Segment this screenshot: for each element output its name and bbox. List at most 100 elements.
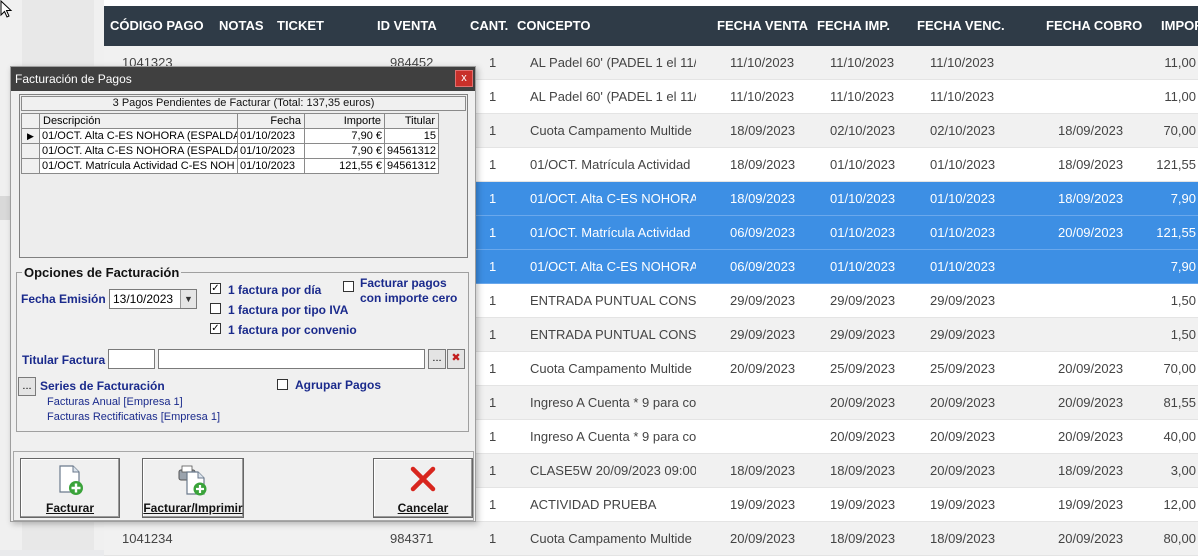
grid-row[interactable]: 1041234 984371 1 Cuota Campamento Multide 20… [104, 522, 1198, 556]
col-concepto[interactable]: CONCEPTO [517, 18, 590, 33]
importe-cero-checkbox[interactable] [343, 281, 354, 292]
cell-fecha-venc: 20/09/2023 [930, 429, 996, 444]
titular-name-input[interactable] [158, 349, 425, 369]
pending-fecha: 01/10/2023 [237, 128, 305, 144]
cell-fecha-cobro: 18/09/2023 [1058, 463, 1124, 478]
cancelar-label: Cancelar [397, 501, 449, 515]
col-fecha-cobro[interactable]: FECHA COBRO [1046, 18, 1142, 33]
cell-cant: 1 [489, 463, 497, 478]
cell-fecha-imp: 29/09/2023 [830, 293, 896, 308]
action-buttons-panel: Facturar Facturar/Imprimir Cancelar [13, 451, 474, 521]
cell-fecha-venc: 25/09/2023 [930, 361, 996, 376]
close-button[interactable]: x [455, 70, 473, 87]
fecha-emision-picker[interactable]: 13/10/2023 ▼ [109, 289, 197, 309]
agrupar-pagos-checkbox[interactable] [277, 379, 288, 390]
series-browse-button[interactable]: ... [18, 377, 36, 396]
pending-col-importe[interactable]: Importe [304, 113, 385, 129]
cell-importe: 81,55 [1163, 395, 1196, 410]
pending-row[interactable]: 01/OCT. Alta C-ES NOHORA (ESPALDA 01/10/… [21, 143, 439, 159]
print-document-icon [178, 465, 207, 496]
fecha-emision-value: 13/10/2023 [113, 292, 174, 306]
pending-col-descripcion[interactable]: Descripción [39, 113, 238, 129]
cell-fecha-cobro: 19/09/2023 [1058, 497, 1124, 512]
cell-fecha-venta: 18/09/2023 [730, 191, 796, 206]
pending-fecha: 01/10/2023 [237, 158, 305, 174]
cell-importe: 1,50 [1170, 327, 1196, 342]
col-codigo-pago[interactable]: CÓDIGO PAGO [110, 18, 204, 33]
cell-importe: 121,55 [1156, 225, 1196, 240]
cell-fecha-imp: 02/10/2023 [830, 123, 896, 138]
cell-fecha-venc: 01/10/2023 [930, 157, 996, 172]
cell-fecha-venta: 19/09/2023 [730, 497, 796, 512]
cell-fecha-cobro: 18/09/2023 [1058, 123, 1124, 138]
factura-por-dia-checkbox[interactable]: ✓ [210, 283, 221, 294]
cell-importe: 70,00 [1163, 361, 1196, 376]
factura-por-iva-checkbox[interactable] [210, 303, 221, 314]
pending-col-fecha[interactable]: Fecha [237, 113, 305, 129]
titular-code-input[interactable] [108, 349, 155, 369]
series-item: Facturas Rectificativas [Empresa 1] [47, 411, 221, 423]
cell-fecha-imp: 29/09/2023 [830, 327, 896, 342]
cell-concepto: 01/OCT. Matrícula Actividad [530, 157, 691, 172]
mouse-cursor-icon [0, 0, 13, 18]
factura-por-convenio-checkbox[interactable]: ✓ [210, 323, 221, 334]
pending-desc: 01/OCT. Alta C-ES NOHORA (ESPALDA [39, 128, 238, 144]
cell-concepto: Cuota Campamento Multide [530, 123, 692, 138]
cell-fecha-venc: 02/10/2023 [930, 123, 996, 138]
pending-desc: 01/OCT. Alta C-ES NOHORA (ESPALDA [39, 143, 238, 159]
cell-concepto: AL Padel 60' (PADEL 1 el 11/1 [530, 89, 696, 104]
pending-row[interactable]: ▶ 01/OCT. Alta C-ES NOHORA (ESPALDA 01/1… [21, 128, 439, 144]
cell-fecha-cobro: 20/09/2023 [1058, 531, 1124, 546]
col-importe[interactable]: IMPOR [1161, 18, 1198, 33]
titular-factura-label: Titular Factura [22, 353, 106, 367]
cell-concepto: Cuota Campamento Multide [530, 361, 692, 376]
facturar-button[interactable]: Facturar [20, 458, 120, 518]
cell-concepto: ENTRADA PUNTUAL CONSU [530, 327, 696, 342]
cell-fecha-cobro: 20/09/2023 [1058, 429, 1124, 444]
pending-col-titular[interactable]: Titular [384, 113, 439, 129]
titular-clear-icon[interactable]: ✖ [447, 349, 465, 369]
pending-desc: 01/OCT. Matrícula Actividad C-ES NOH [39, 158, 238, 174]
cell-cant: 1 [489, 395, 497, 410]
facturar-imprimir-button[interactable]: Facturar/Imprimir [142, 458, 244, 518]
cell-importe: 7,90 [1170, 259, 1196, 274]
cell-importe: 70,00 [1163, 123, 1196, 138]
cancelar-button[interactable]: Cancelar [373, 458, 473, 518]
col-id-venta[interactable]: ID VENTA [377, 18, 437, 33]
cell-cant: 1 [489, 191, 497, 206]
chevron-down-icon[interactable]: ▼ [180, 290, 196, 308]
cell-concepto: Cuota Campamento Multide [530, 531, 692, 546]
cell-cant: 1 [489, 157, 497, 172]
cell-fecha-imp: 01/10/2023 [830, 225, 896, 240]
titular-browse-button[interactable]: ... [428, 349, 446, 369]
series-item: Facturas Anual [Empresa 1] [47, 396, 183, 408]
cell-fecha-cobro: 20/09/2023 [1058, 395, 1124, 410]
dialog-titlebar[interactable]: Facturación de Pagos x [11, 67, 475, 91]
col-fecha-imp[interactable]: FECHA IMP. [817, 18, 890, 33]
col-fecha-venta[interactable]: FECHA VENTA [717, 18, 808, 33]
cell-importe: 121,55 [1156, 157, 1196, 172]
cell-cant: 1 [489, 225, 497, 240]
cell-cant: 1 [489, 55, 497, 70]
cell-fecha-venta: 06/09/2023 [730, 225, 796, 240]
new-document-icon [59, 465, 83, 495]
pending-row[interactable]: 01/OCT. Matrícula Actividad C-ES NOH 01/… [21, 158, 439, 174]
col-cant[interactable]: CANT. [470, 18, 508, 33]
cell-importe: 11,00 [1164, 55, 1196, 70]
cell-cant: 1 [489, 89, 497, 104]
agrupar-pagos-label: Agrupar Pagos [295, 378, 382, 392]
cell-fecha-venta: 18/09/2023 [730, 463, 796, 478]
pending-importe: 7,90 € [304, 128, 385, 144]
pending-importe: 7,90 € [304, 143, 385, 159]
cell-fecha-imp: 18/09/2023 [830, 531, 896, 546]
opciones-facturacion-group: Opciones de Facturación Fecha Emisión 13… [16, 265, 469, 432]
col-fecha-venc[interactable]: FECHA VENC. [917, 18, 1005, 33]
cell-fecha-venta: 29/09/2023 [730, 293, 796, 308]
opciones-legend: Opciones de Facturación [22, 265, 182, 280]
cell-importe: 3,00 [1170, 463, 1196, 478]
cell-fecha-imp: 20/09/2023 [830, 429, 896, 444]
col-ticket[interactable]: TICKET [277, 18, 324, 33]
col-notas[interactable]: NOTAS [219, 18, 264, 33]
cell-concepto: 01/OCT. Alta C-ES NOHORA [530, 191, 696, 206]
cell-cant: 1 [489, 531, 497, 546]
